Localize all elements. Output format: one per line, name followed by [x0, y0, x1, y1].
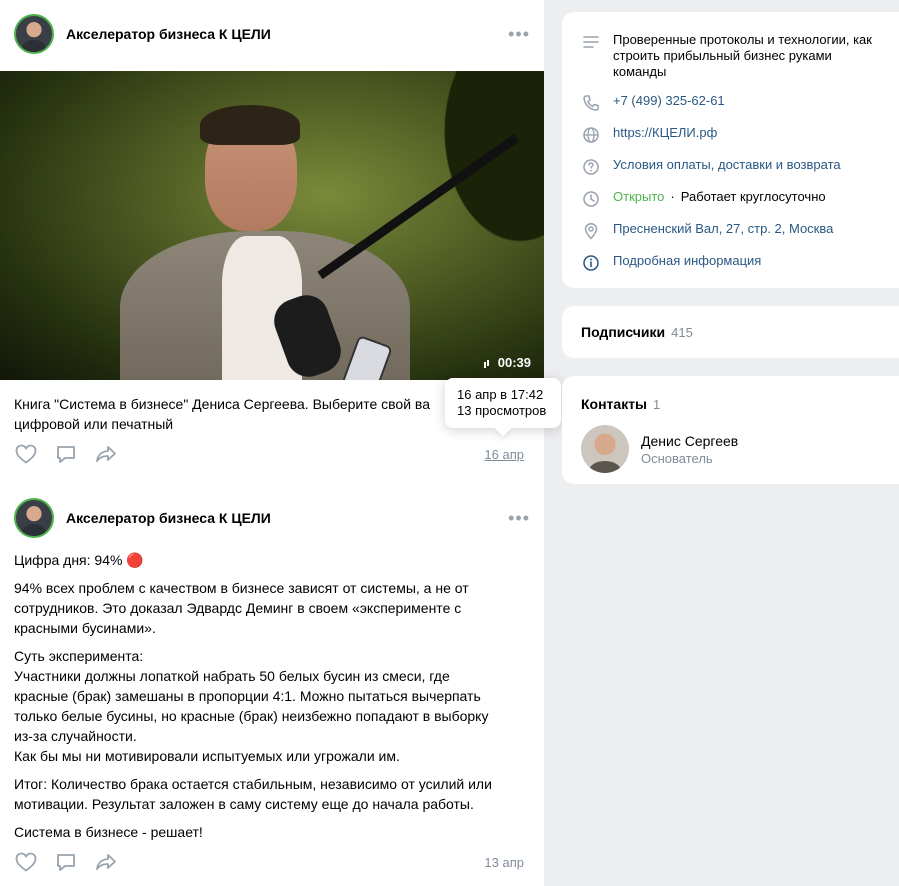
post-actions: 13 апр: [14, 850, 524, 874]
plant-leaves: [424, 71, 544, 271]
info-description-row: Проверенные протоколы и технологии, как …: [562, 32, 878, 80]
description-lines-icon: [582, 33, 600, 51]
video-player[interactable]: 00:39: [0, 71, 544, 380]
info-hours: Открыто · Работает круглосуточно: [613, 189, 826, 205]
post-date[interactable]: 16 апр: [484, 447, 524, 462]
post-header: Акселератор бизнеса К ЦЕЛИ •••: [14, 498, 530, 538]
feed: Акселератор бизнеса К ЦЕЛИ ••• 00:39 Кни…: [0, 0, 544, 886]
clock-icon: [582, 190, 600, 208]
info-phone[interactable]: +7 (499) 325-62-61: [613, 93, 725, 109]
info-hours-row: Открыто · Работает круглосуточно: [562, 189, 826, 208]
tooltip-views: 13 просмотров: [457, 403, 547, 418]
more-options-icon[interactable]: •••: [508, 508, 530, 529]
post-paragraph: Цифра дня: 94% 🔴: [14, 552, 144, 568]
info-more-row[interactable]: Подробная информация: [562, 253, 761, 272]
phone-icon: [582, 94, 600, 112]
info-phone-row[interactable]: +7 (499) 325-62-61: [562, 93, 725, 112]
post-paragraph: Итог: Количество брака остается стабильн…: [14, 776, 492, 812]
like-icon[interactable]: [14, 442, 38, 466]
contacts-header[interactable]: Контакты 1: [581, 396, 660, 412]
date-tooltip: 16 апр в 17:42 13 просмотров: [445, 378, 561, 428]
post-paragraph: Суть эксперимента: Участники должны лопа…: [14, 648, 489, 764]
contacts-count: 1: [653, 396, 661, 412]
contact-item[interactable]: Денис Сергеев Основатель: [581, 425, 738, 473]
post-author[interactable]: Акселератор бизнеса К ЦЕЛИ: [66, 510, 271, 526]
community-avatar[interactable]: [14, 498, 54, 538]
comment-icon[interactable]: [54, 442, 78, 466]
status-hours: Работает круглосуточно: [680, 189, 826, 204]
info-website-row[interactable]: https://КЦЕЛИ.рф: [562, 125, 717, 144]
community-avatar[interactable]: [14, 14, 54, 54]
info-description: Проверенные протоколы и технологии, как …: [613, 32, 872, 79]
post-actions: 16 апр: [14, 442, 524, 466]
post-author[interactable]: Акселератор бизнеса К ЦЕЛИ: [66, 26, 271, 42]
separator-dot: ·: [670, 189, 675, 204]
post-date[interactable]: 13 апр: [484, 855, 524, 870]
contacts-title[interactable]: Контакты: [581, 396, 647, 412]
like-icon[interactable]: [14, 850, 38, 874]
contacts-card: Контакты 1 Денис Сергеев Основатель: [562, 376, 899, 484]
info-terms[interactable]: Условия оплаты, доставки и возврата: [613, 157, 841, 173]
post-paragraph: Система в бизнесе - решает!: [14, 824, 203, 840]
subscribers-count: 415: [671, 324, 693, 340]
video-person-hair: [200, 105, 300, 145]
subscribers-title[interactable]: Подписчики: [581, 324, 665, 340]
contact-name[interactable]: Денис Сергеев: [641, 432, 738, 450]
post-header: Акселератор бизнеса К ЦЕЛИ •••: [14, 14, 530, 54]
info-address[interactable]: Пресненский Вал, 27, стр. 2, Москва: [613, 221, 833, 237]
tooltip-datetime: 16 апр в 17:42: [457, 387, 544, 402]
info-address-row[interactable]: Пресненский Вал, 27, стр. 2, Москва: [562, 221, 833, 240]
info-more[interactable]: Подробная информация: [613, 253, 761, 269]
post-paragraph: 94% всех проблем с качеством в бизнесе з…: [14, 580, 469, 636]
info-card: Проверенные протоколы и технологии, как …: [562, 12, 899, 288]
share-icon[interactable]: [94, 442, 118, 466]
info-website[interactable]: https://КЦЕЛИ.рф: [613, 125, 717, 141]
volume-bars-icon: [483, 358, 492, 368]
video-duration-text: 00:39: [497, 355, 531, 370]
contact-info: Денис Сергеев Основатель: [641, 432, 738, 467]
contact-role: Основатель: [641, 450, 713, 466]
info-circle-icon: [582, 254, 600, 272]
status-open: Открыто: [613, 189, 665, 204]
info-terms-row[interactable]: Условия оплаты, доставки и возврата: [562, 157, 841, 176]
globe-icon: [582, 126, 600, 144]
location-pin-icon: [582, 222, 600, 240]
subscribers-card[interactable]: Подписчики 415: [562, 306, 899, 358]
question-circle-icon: [582, 158, 600, 176]
share-icon[interactable]: [94, 850, 118, 874]
comment-icon[interactable]: [54, 850, 78, 874]
video-duration: 00:39: [483, 355, 531, 370]
post-text: Цифра дня: 94% 🔴 94% всех проблем с каче…: [14, 550, 534, 850]
more-options-icon[interactable]: •••: [508, 24, 530, 45]
contact-avatar[interactable]: [581, 425, 629, 473]
